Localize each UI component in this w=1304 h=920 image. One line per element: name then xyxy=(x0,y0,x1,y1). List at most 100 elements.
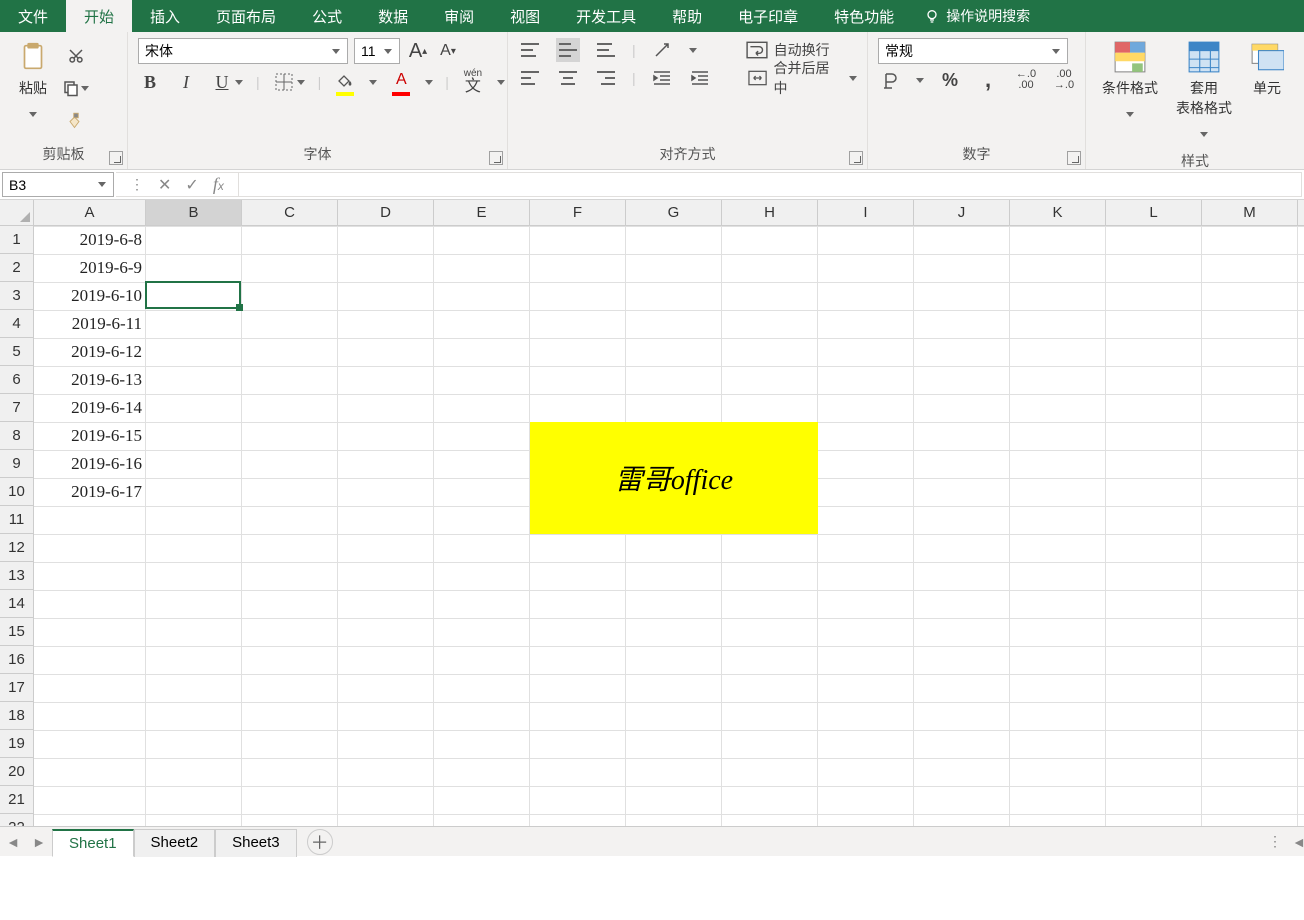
align-bottom-button[interactable] xyxy=(594,38,618,62)
row-header-11[interactable]: 11 xyxy=(0,506,33,534)
menu-tab-帮助[interactable]: 帮助 xyxy=(654,0,720,32)
formula-input[interactable] xyxy=(238,172,1302,197)
align-right-button[interactable] xyxy=(594,66,618,90)
sheet-nav-prev[interactable]: ◄ xyxy=(3,832,23,852)
col-header-M[interactable]: M xyxy=(1202,200,1298,225)
sheet-tab-Sheet3[interactable]: Sheet3 xyxy=(215,829,297,857)
cell-A7[interactable]: 2019-6-14 xyxy=(34,394,146,422)
phonetic-guide-button[interactable]: wén文 xyxy=(461,70,485,94)
row-header-10[interactable]: 10 xyxy=(0,478,33,506)
align-top-button[interactable] xyxy=(518,38,542,62)
format-painter-button[interactable] xyxy=(62,108,90,132)
menu-tab-视图[interactable]: 视图 xyxy=(492,0,558,32)
row-header-12[interactable]: 12 xyxy=(0,534,33,562)
row-header-6[interactable]: 6 xyxy=(0,366,33,394)
cell-A8[interactable]: 2019-6-15 xyxy=(34,422,146,450)
cell-A1[interactable]: 2019-6-8 xyxy=(34,226,146,254)
decrease-decimal-button[interactable]: .00→.0 xyxy=(1052,68,1076,92)
hscroll-left-icon[interactable]: ◄ xyxy=(1292,834,1304,850)
fill-color-dropdown[interactable] xyxy=(369,70,377,94)
alignment-launcher[interactable] xyxy=(849,151,863,165)
orientation-dropdown[interactable] xyxy=(688,38,698,62)
menu-tab-数据[interactable]: 数据 xyxy=(360,0,426,32)
col-header-G[interactable]: G xyxy=(626,200,722,225)
increase-font-button[interactable]: A▴ xyxy=(406,39,430,63)
menu-tab-文件[interactable]: 文件 xyxy=(0,0,66,32)
menu-tab-电子印章[interactable]: 电子印章 xyxy=(720,0,816,32)
enter-formula-button[interactable]: ✓ xyxy=(185,175,198,195)
accounting-dropdown[interactable] xyxy=(916,68,924,92)
font-name-combo[interactable]: 宋体 xyxy=(138,38,348,64)
sheet-tab-options[interactable]: ⋮ xyxy=(1268,833,1284,850)
worksheet-grid[interactable]: ABCDEFGHIJKLM 12345678910111213141516171… xyxy=(0,200,1304,826)
sheet-nav-next[interactable]: ► xyxy=(29,832,49,852)
col-header-D[interactable]: D xyxy=(338,200,434,225)
copy-button[interactable] xyxy=(62,76,90,100)
row-header-4[interactable]: 4 xyxy=(0,310,33,338)
clipboard-launcher[interactable] xyxy=(109,151,123,165)
cells-area[interactable]: 2019-6-82019-6-92019-6-102019-6-11 2019-6… xyxy=(34,226,1304,826)
italic-button[interactable]: I xyxy=(174,70,198,94)
row-header-14[interactable]: 14 xyxy=(0,590,33,618)
row-header-5[interactable]: 5 xyxy=(0,338,33,366)
number-launcher[interactable] xyxy=(1067,151,1081,165)
cell-styles-button[interactable]: 单元 xyxy=(1244,38,1290,100)
accounting-format-button[interactable] xyxy=(878,68,902,92)
bold-button[interactable]: B xyxy=(138,70,162,94)
increase-decimal-button[interactable]: ←.0.00 xyxy=(1014,68,1038,92)
orientation-button[interactable] xyxy=(650,38,674,62)
row-header-15[interactable]: 15 xyxy=(0,618,33,646)
cancel-formula-button[interactable]: ✕ xyxy=(158,175,171,195)
col-header-H[interactable]: H xyxy=(722,200,818,225)
cell-A6[interactable]: 2019-6-13 xyxy=(34,366,146,394)
format-as-table-button[interactable]: 套用 表格格式 xyxy=(1170,38,1238,148)
comma-style-button[interactable]: , xyxy=(976,68,1000,92)
align-middle-button[interactable] xyxy=(556,38,580,62)
fx-options-icon[interactable]: ⋮ xyxy=(130,176,144,193)
row-header-22[interactable]: 22 xyxy=(0,814,33,826)
col-header-L[interactable]: L xyxy=(1106,200,1202,225)
tell-me-search[interactable]: 操作说明搜索 xyxy=(912,0,1042,32)
cell-A10[interactable]: 2019-6-17 xyxy=(34,478,146,506)
align-center-button[interactable] xyxy=(556,66,580,90)
select-all-corner[interactable] xyxy=(0,200,34,225)
underline-dropdown[interactable] xyxy=(234,70,244,94)
row-header-8[interactable]: 8 xyxy=(0,422,33,450)
row-header-17[interactable]: 17 xyxy=(0,674,33,702)
font-color-button[interactable]: A xyxy=(389,68,413,92)
row-header-7[interactable]: 7 xyxy=(0,394,33,422)
font-size-combo[interactable]: 11 xyxy=(354,38,400,64)
conditional-format-button[interactable]: 条件格式 xyxy=(1096,38,1164,128)
col-header-J[interactable]: J xyxy=(914,200,1010,225)
cell-A4[interactable]: 2019-6-11 xyxy=(34,310,146,338)
col-header-C[interactable]: C xyxy=(242,200,338,225)
cell-A9[interactable]: 2019-6-16 xyxy=(34,450,146,478)
menu-tab-开始[interactable]: 开始 xyxy=(66,0,132,32)
insert-function-button[interactable]: fx xyxy=(213,174,224,195)
paste-button[interactable]: 粘贴 xyxy=(10,38,56,128)
col-header-F[interactable]: F xyxy=(530,200,626,225)
merge-dropdown[interactable] xyxy=(848,66,857,90)
menu-tab-审阅[interactable]: 审阅 xyxy=(426,0,492,32)
row-header-9[interactable]: 9 xyxy=(0,450,33,478)
decrease-indent-button[interactable] xyxy=(650,66,674,90)
new-sheet-button[interactable]: ＋ xyxy=(307,829,333,855)
paste-dropdown[interactable] xyxy=(28,102,38,126)
align-left-button[interactable] xyxy=(518,66,542,90)
cell-A3[interactable]: 2019-6-10 xyxy=(34,282,146,310)
col-header-A[interactable]: A xyxy=(34,200,146,225)
fill-color-button[interactable] xyxy=(333,68,357,92)
menu-tab-公式[interactable]: 公式 xyxy=(294,0,360,32)
col-header-B[interactable]: B xyxy=(146,200,242,225)
cell-A2[interactable]: 2019-6-9 xyxy=(34,254,146,282)
name-box[interactable]: B3 xyxy=(2,172,114,197)
col-header-I[interactable]: I xyxy=(818,200,914,225)
number-format-combo[interactable]: 常规 xyxy=(878,38,1068,64)
underline-button[interactable]: U xyxy=(210,70,234,94)
col-header-K[interactable]: K xyxy=(1010,200,1106,225)
row-header-16[interactable]: 16 xyxy=(0,646,33,674)
row-header-3[interactable]: 3 xyxy=(0,282,33,310)
cut-button[interactable] xyxy=(62,44,90,68)
font-launcher[interactable] xyxy=(489,151,503,165)
menu-tab-页面布局[interactable]: 页面布局 xyxy=(198,0,294,32)
